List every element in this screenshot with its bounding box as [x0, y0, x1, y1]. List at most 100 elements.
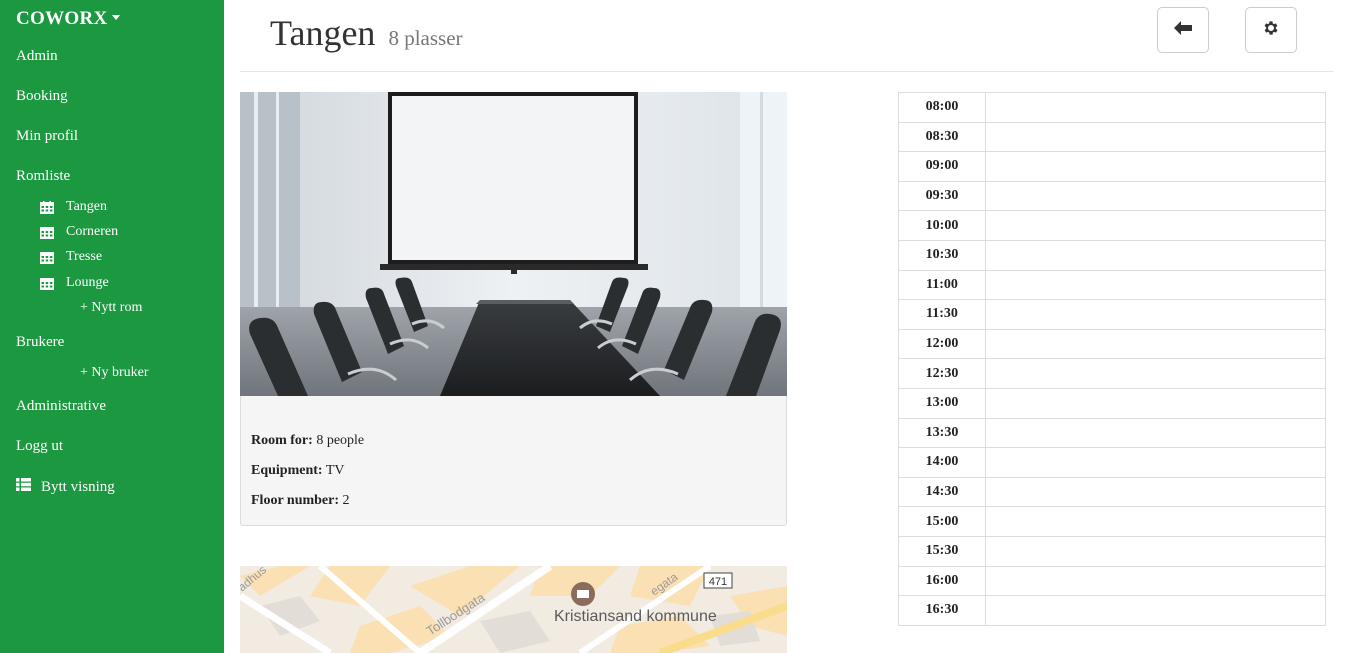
calendar-icon	[40, 226, 54, 239]
nav-users[interactable]: Brukere	[16, 334, 64, 351]
room-details-panel: Room for: 8 people Equipment: TV Floor n…	[240, 396, 787, 526]
time-cell: 10:30	[898, 239, 986, 271]
time-cell: 13:00	[898, 387, 986, 419]
time-cell: 09:00	[898, 151, 986, 182]
settings-button[interactable]	[1245, 7, 1297, 53]
brand-name: COWORX	[16, 8, 108, 29]
booking-slot[interactable]	[985, 239, 1326, 271]
floor-row: Floor number: 2	[251, 486, 776, 516]
room-item-label: Tangen	[66, 199, 108, 214]
schedule-row: 10:30	[898, 239, 1326, 271]
switch-view-link[interactable]: Bytt visning	[16, 478, 115, 496]
schedule-row: 10:00	[898, 210, 1326, 241]
schedule-row: 16:30	[898, 595, 1326, 626]
map-place-label: Kristiansand kommune	[554, 608, 717, 625]
schedule-row: 13:00	[898, 387, 1326, 419]
calendar-icon	[40, 200, 54, 214]
nav-logout[interactable]: Logg ut	[16, 438, 63, 455]
room-item-lounge[interactable]: Lounge	[40, 275, 109, 291]
schedule-row: 15:00	[898, 506, 1326, 537]
time-cell: 08:00	[898, 92, 986, 123]
booking-slot[interactable]	[985, 151, 1326, 182]
schedule-row: 14:00	[898, 447, 1326, 478]
switch-view-label: Bytt visning	[41, 478, 115, 495]
room-capacity: 8 plasser	[388, 26, 463, 50]
booking-slot[interactable]	[985, 476, 1326, 508]
capacity-label: Room for:	[251, 433, 313, 448]
nav-booking[interactable]: Booking	[16, 88, 68, 105]
booking-slot[interactable]	[985, 535, 1326, 567]
floor-label: Floor number:	[251, 493, 340, 508]
time-cell: 14:30	[898, 476, 986, 508]
booking-slot[interactable]	[985, 299, 1326, 330]
booking-slot[interactable]	[985, 358, 1326, 389]
time-cell: 11:00	[898, 269, 986, 301]
time-cell: 16:00	[898, 565, 986, 597]
booking-schedule: 08:00 08:30 09:00 09:30 10:00 10:30 11:00 11:30…	[898, 92, 1326, 626]
new-room-link[interactable]: + Nytt rom	[80, 300, 142, 316]
equipment-label: Equipment:	[251, 463, 323, 478]
schedule-row: 08:00	[898, 92, 1326, 123]
room-item-tresse[interactable]: Tresse	[40, 249, 102, 265]
time-cell: 12:30	[898, 358, 986, 389]
booking-slot[interactable]	[985, 417, 1326, 449]
back-button[interactable]	[1157, 7, 1209, 53]
schedule-row: 16:00	[898, 565, 1326, 597]
room-photo	[240, 92, 787, 396]
time-cell: 15:00	[898, 506, 986, 537]
booking-slot[interactable]	[985, 210, 1326, 241]
floor-value: 2	[342, 493, 350, 508]
booking-slot[interactable]	[985, 506, 1326, 537]
schedule-row: 11:00	[898, 269, 1326, 301]
schedule-row: 13:30	[898, 417, 1326, 449]
capacity-row: Room for: 8 people	[251, 426, 776, 456]
room-name: Tangen	[270, 13, 376, 53]
booking-slot[interactable]	[985, 269, 1326, 301]
schedule-row: 12:30	[898, 358, 1326, 389]
location-map[interactable]: Tollbodgata adhus egata 471 Kristiansand…	[240, 566, 787, 653]
page-title: Tangen 8 plasser	[270, 12, 463, 54]
booking-slot[interactable]	[985, 180, 1326, 212]
booking-slot[interactable]	[985, 92, 1326, 123]
room-item-label: Corneren	[66, 224, 119, 239]
room-item-tangen[interactable]: Tangen	[40, 199, 107, 215]
caret-down-icon	[111, 15, 120, 21]
nav-profile[interactable]: Min profil	[16, 128, 78, 145]
gear-icon	[1262, 19, 1280, 42]
booking-slot[interactable]	[985, 328, 1326, 360]
new-user-link[interactable]: + Ny bruker	[80, 365, 149, 381]
nav-administrative[interactable]: Administrative	[16, 398, 106, 415]
time-cell: 14:00	[898, 447, 986, 478]
time-cell: 13:30	[898, 417, 986, 449]
arrow-left-icon	[1174, 20, 1192, 40]
schedule-row: 12:00	[898, 328, 1326, 360]
time-cell: 09:30	[898, 180, 986, 212]
booking-slot[interactable]	[985, 595, 1326, 626]
equipment-value: TV	[325, 463, 345, 478]
nav-admin[interactable]: Admin	[16, 48, 58, 65]
booking-slot[interactable]	[985, 121, 1326, 153]
room-item-label: Lounge	[66, 275, 109, 290]
schedule-row: 09:30	[898, 180, 1326, 212]
room-item-label: Tresse	[66, 249, 103, 264]
road-number: 471	[709, 576, 727, 588]
list-icon	[16, 478, 31, 496]
schedule-row: 08:30	[898, 121, 1326, 153]
time-cell: 10:00	[898, 210, 986, 241]
booking-slot[interactable]	[985, 387, 1326, 419]
room-item-corneren[interactable]: Corneren	[40, 224, 118, 240]
schedule-row: 14:30	[898, 476, 1326, 508]
booking-slot[interactable]	[985, 565, 1326, 597]
schedule-row: 11:30	[898, 299, 1326, 330]
booking-slot[interactable]	[985, 447, 1326, 478]
nav-roomlist[interactable]: Romliste	[16, 168, 70, 185]
time-cell: 16:30	[898, 595, 986, 626]
brand-dropdown[interactable]: COWORX	[16, 8, 120, 30]
sidebar: COWORX Admin Booking Min profil Romliste…	[0, 0, 224, 653]
time-cell: 15:30	[898, 535, 986, 567]
time-cell: 08:30	[898, 121, 986, 153]
calendar-icon	[40, 277, 54, 290]
equipment-row: Equipment: TV	[251, 456, 776, 486]
schedule-row: 15:30	[898, 535, 1326, 567]
calendar-icon	[40, 251, 54, 264]
